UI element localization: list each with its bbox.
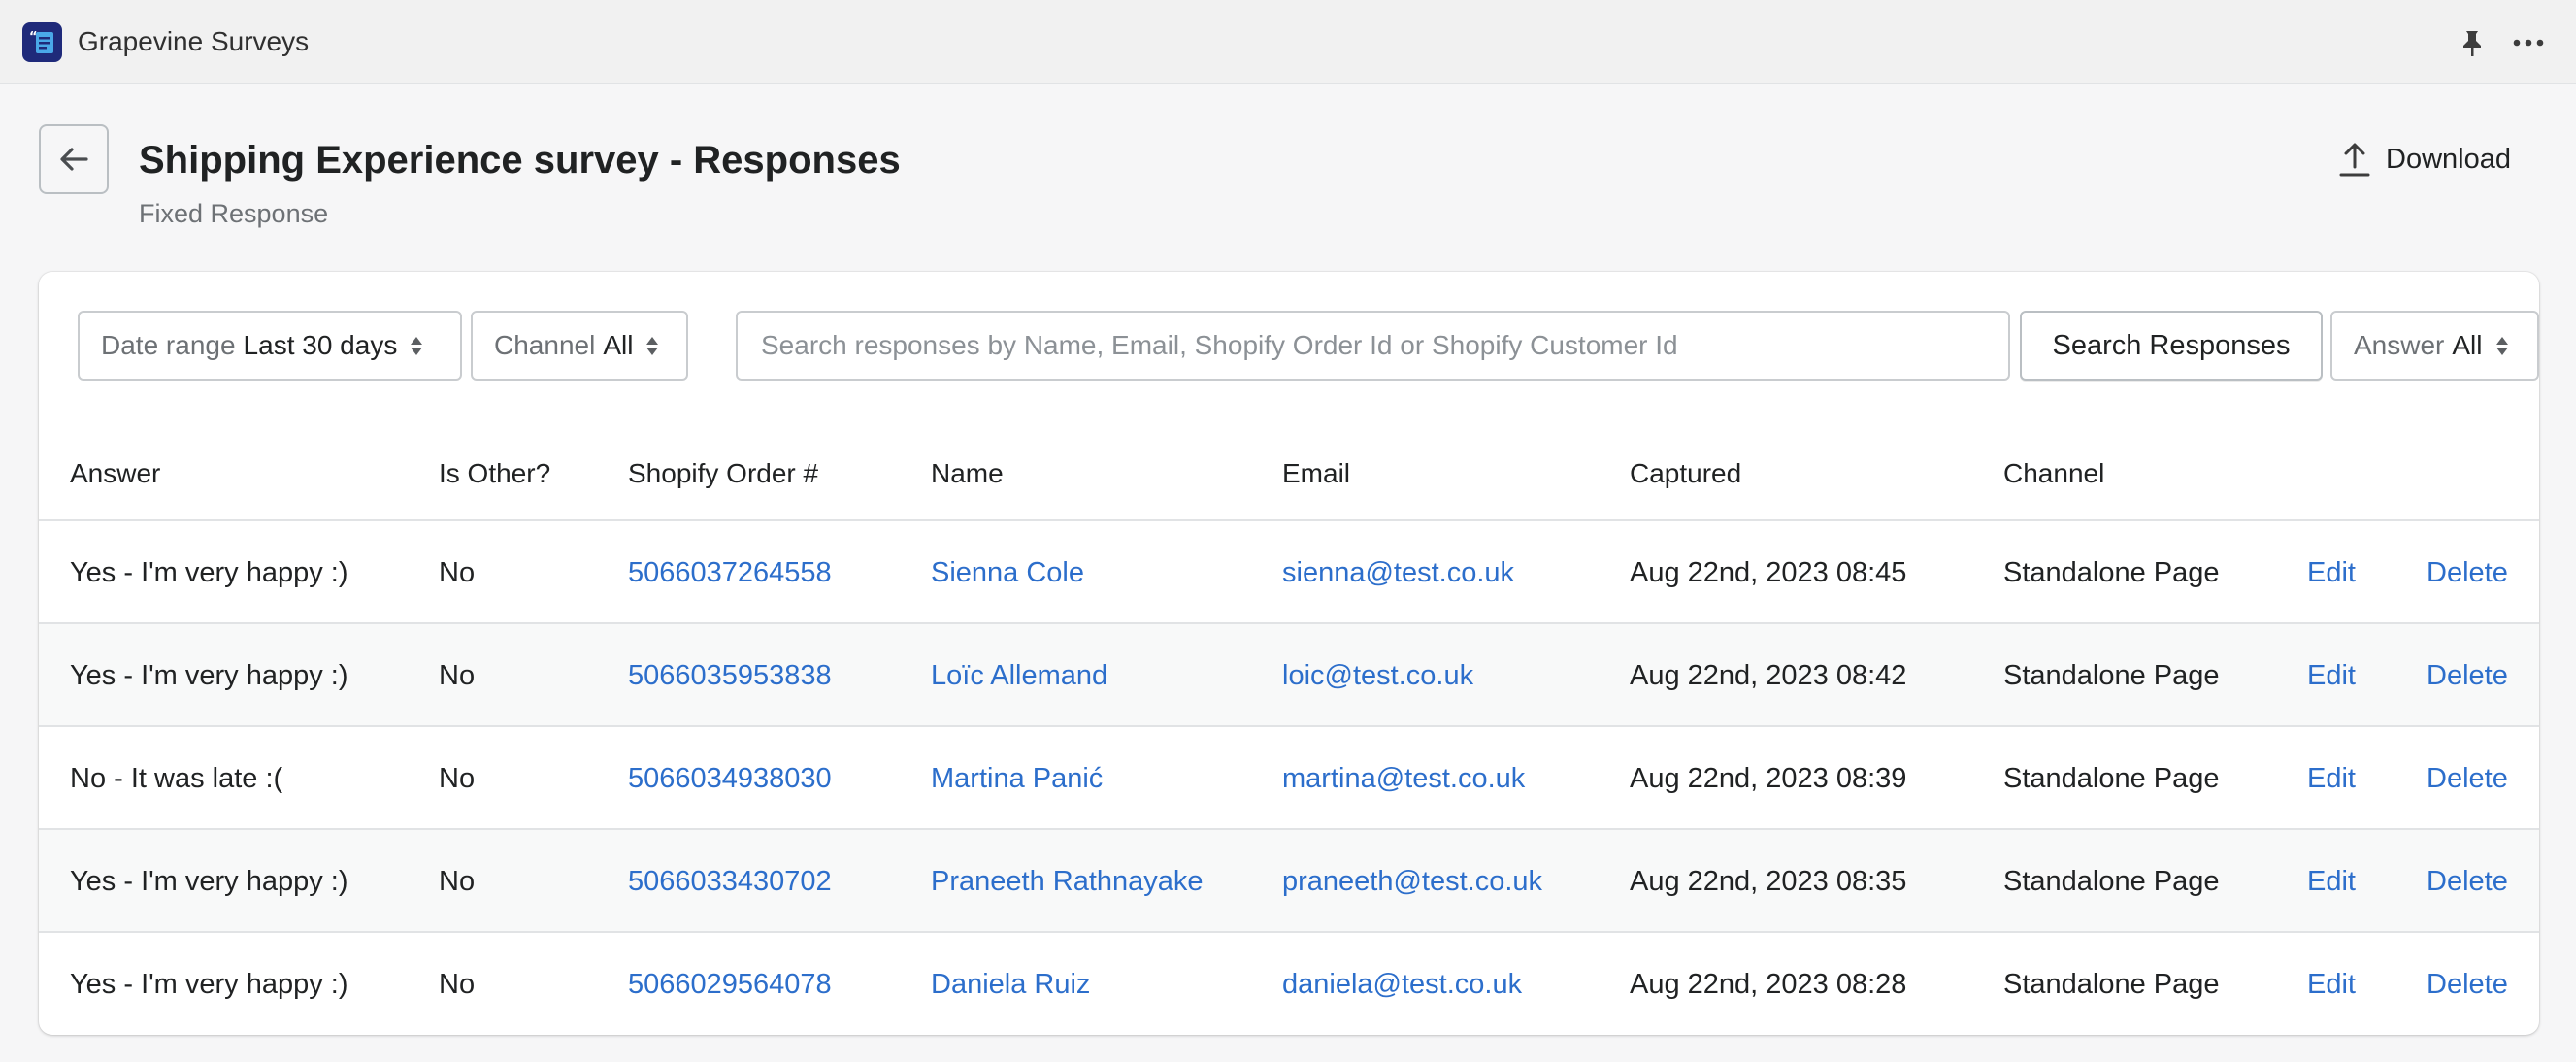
cell-channel: Standalone Page [2003,763,2220,794]
order-link[interactable]: 5066037264558 [628,556,832,589]
delete-button[interactable]: Delete [2427,659,2508,692]
cell-channel: Standalone Page [2003,660,2220,691]
cell-captured: Aug 22nd, 2023 08:28 [1630,969,1907,1000]
edit-button[interactable]: Edit [2307,968,2356,1001]
header-email: Email [1282,458,1351,488]
cell-captured: Aug 22nd, 2023 08:35 [1630,866,1907,897]
table-row: Yes - I'm very happy :) No 5066029564078… [39,933,2539,1035]
channel-value: All [603,330,634,360]
email-link[interactable]: loic@test.co.uk [1282,659,1473,692]
date-range-value: Last 30 days [243,330,398,360]
customer-name-link[interactable]: Martina Panić [931,762,1103,795]
email-link[interactable]: daniela@test.co.uk [1282,968,1522,1001]
customer-name-link[interactable]: Sienna Cole [931,556,1084,589]
pin-icon[interactable] [2456,26,2489,59]
customer-name-link[interactable]: Daniela Ruiz [931,968,1090,1001]
cell-channel: Standalone Page [2003,969,2220,1000]
customer-name-link[interactable]: Loïc Allemand [931,659,1107,692]
order-link[interactable]: 5066029564078 [628,968,832,1001]
table-row: Yes - I'm very happy :) No 5066035953838… [39,624,2539,727]
app-title: Grapevine Surveys [78,26,310,56]
header-name: Name [931,458,1004,488]
header-channel: Channel [2003,458,2105,488]
table-header: Answer Is Other? Shopify Order # Name Em… [39,417,2539,521]
download-label: Download [2386,143,2511,175]
edit-button[interactable]: Edit [2307,659,2356,692]
cell-channel: Standalone Page [2003,866,2220,897]
cell-captured: Aug 22nd, 2023 08:42 [1630,660,1907,691]
cell-answer: Yes - I'm very happy :) [70,969,348,1000]
download-button[interactable]: Download [2337,136,2511,183]
cell-is-other: No [439,660,476,691]
delete-button[interactable]: Delete [2427,968,2508,1001]
cell-channel: Standalone Page [2003,557,2220,588]
search-input[interactable] [736,311,2010,381]
cell-answer: No - It was late :( [70,763,283,794]
upload-arrow-icon [2339,143,2370,177]
email-link[interactable]: sienna@test.co.uk [1282,556,1514,589]
responses-table: Answer Is Other? Shopify Order # Name Em… [39,417,2539,1035]
customer-name-link[interactable]: Praneeth Rathnayake [931,865,1204,898]
back-button[interactable] [39,124,109,194]
cell-answer: Yes - I'm very happy :) [70,866,348,897]
page-subtitle: Fixed Response [139,199,329,228]
header-shopify-order: Shopify Order # [628,458,819,488]
order-link[interactable]: 5066034938030 [628,762,832,795]
header-captured: Captured [1630,458,1742,488]
channel-label: Channel [494,330,596,360]
app-top-bar: “ Grapevine Surveys [0,0,2576,84]
responses-card: Date range Last 30 days Channel All Sear… [39,272,2539,1035]
more-options-icon[interactable] [2509,26,2548,59]
cell-is-other: No [439,866,476,897]
answer-label: Answer [2354,330,2445,360]
answer-value: All [2452,330,2483,360]
email-link[interactable]: praneeth@test.co.uk [1282,865,1542,898]
order-link[interactable]: 5066033430702 [628,865,832,898]
search-responses-button[interactable]: Search Responses [2020,311,2323,381]
cell-captured: Aug 22nd, 2023 08:39 [1630,763,1907,794]
app-logo-icon: “ [22,22,62,62]
delete-button[interactable]: Delete [2427,865,2508,898]
date-range-label: Date range [101,330,236,360]
answer-select[interactable]: Answer All [2330,311,2539,381]
channel-select[interactable]: Channel All [471,311,688,381]
date-range-select[interactable]: Date range Last 30 days [78,311,462,381]
header-answer: Answer [70,458,161,488]
page-title: Shipping Experience survey - Responses [139,139,901,182]
cell-is-other: No [439,557,476,588]
edit-button[interactable]: Edit [2307,762,2356,795]
edit-button[interactable]: Edit [2307,556,2356,589]
edit-button[interactable]: Edit [2307,865,2356,898]
select-arrows-icon [2495,336,2508,355]
cell-answer: Yes - I'm very happy :) [70,557,348,588]
select-arrows-icon [411,336,423,355]
select-arrows-icon [646,336,659,355]
cell-answer: Yes - I'm very happy :) [70,660,348,691]
table-row: No - It was late :( No 5066034938030 Mar… [39,727,2539,830]
svg-text:“: “ [29,30,38,45]
delete-button[interactable]: Delete [2427,556,2508,589]
arrow-left-icon [60,148,88,171]
cell-is-other: No [439,969,476,1000]
order-link[interactable]: 5066035953838 [628,659,832,692]
email-link[interactable]: martina@test.co.uk [1282,762,1525,795]
table-row: Yes - I'm very happy :) No 5066037264558… [39,521,2539,624]
header-is-other: Is Other? [439,458,551,488]
cell-is-other: No [439,763,476,794]
delete-button[interactable]: Delete [2427,762,2508,795]
cell-captured: Aug 22nd, 2023 08:45 [1630,557,1907,588]
table-row: Yes - I'm very happy :) No 5066033430702… [39,830,2539,933]
